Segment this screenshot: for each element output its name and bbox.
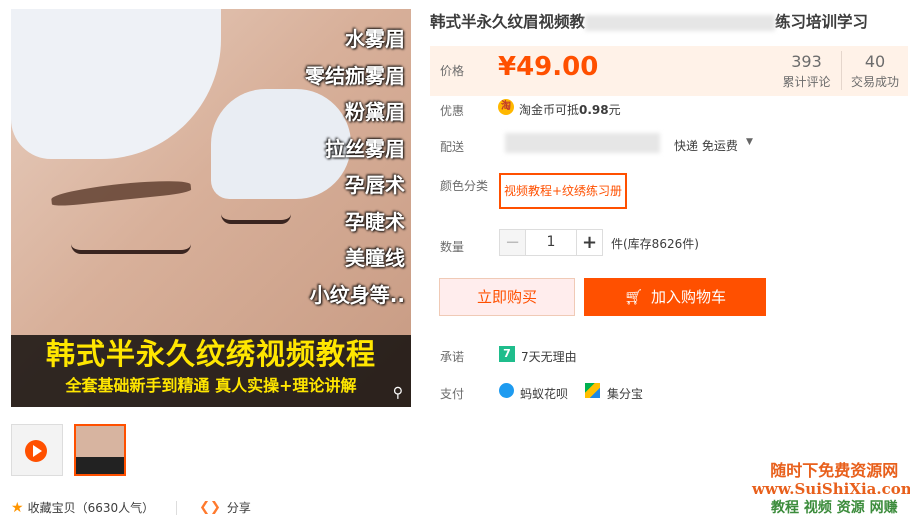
sales-stat: 40 交易成功 — [842, 51, 908, 90]
product-title: 韩式半永久纹眉视频教 练习培训学习 — [430, 10, 868, 32]
add-to-cart-button[interactable]: 🛒︎ 加入购物车 — [584, 278, 766, 316]
promo-label: 优惠 — [440, 104, 465, 118]
color-option-selected[interactable]: 视频教程+纹绣练习册 — [499, 173, 627, 209]
jifenbao-icon — [585, 383, 600, 398]
image-banner: 韩式半永久纹绣视频教程 全套基础新手到精通 真人实操+理论讲解 — [11, 335, 411, 407]
star-icon: ★ — [11, 499, 24, 516]
payment-method-jifenbao[interactable]: 集分宝 — [607, 385, 643, 402]
image-service-item: 小纹身等.. — [309, 282, 405, 307]
promo-text-suffix: 元 — [608, 103, 621, 117]
buy-now-button[interactable]: 立即购买 — [439, 278, 575, 316]
image-service-item: 孕唇术 — [345, 173, 405, 197]
product-title-right: 练习培训学习 — [775, 13, 869, 31]
huabei-icon — [499, 383, 514, 398]
chevron-down-icon[interactable]: ▼ — [746, 137, 753, 147]
seven-day-return-icon: 7 — [499, 346, 515, 362]
image-service-item: 水雾眉 — [345, 27, 405, 51]
image-banner-title: 韩式半永久纹绣视频教程 — [45, 337, 376, 371]
image-service-list: 水雾眉 零结痂雾眉 粉黛眉 拉丝雾眉 孕唇术 孕睫术 美瞳线 小纹身等.. — [305, 21, 405, 313]
color-label: 颜色分类 — [440, 179, 489, 193]
watermark: 随时下免费资源网 www.SuiShiXia.com 教程 视频 资源 网赚 — [752, 461, 910, 518]
image-banner-subtitle: 全套基础新手到精通 真人实操+理论讲解 — [65, 376, 357, 395]
favorite-link[interactable]: 收藏宝贝（6630人气） — [28, 499, 155, 516]
sales-count: 40 — [864, 52, 886, 71]
play-icon — [25, 440, 47, 462]
reviews-stat[interactable]: 393 累计评论 — [772, 51, 842, 90]
price-panel: 价格 ¥49.00 393 累计评论 40 交易成功 — [430, 46, 908, 96]
divider — [176, 500, 178, 515]
quantity-increase-button[interactable]: + — [576, 229, 603, 256]
image-service-item: 粉黛眉 — [345, 100, 405, 124]
shipping-label: 配送 — [440, 140, 465, 154]
quantity-decrease-button[interactable]: − — [499, 229, 526, 256]
shipping-value: 快递 免运费 — [674, 139, 738, 153]
image-service-item: 拉丝雾眉 — [325, 136, 405, 161]
image-service-item: 美瞳线 — [345, 246, 405, 270]
watermark-line2: www.SuiShiXia.com — [752, 480, 910, 498]
taobao-coin-icon: 淘 — [498, 99, 514, 115]
thumbnail-video[interactable] — [11, 424, 63, 476]
payment-method-huabei[interactable]: 蚂蚁花呗 — [520, 385, 568, 402]
reviews-count: 393 — [791, 52, 822, 71]
share-icon: ❮❯ — [199, 500, 221, 515]
watermark-line1: 随时下免费资源网 — [770, 461, 899, 480]
promise-label: 承诺 — [440, 350, 465, 364]
image-service-item: 零结痂雾眉 — [305, 63, 405, 88]
promo-text-prefix: 淘金币可抵 — [519, 103, 580, 117]
add-to-cart-label: 加入购物车 — [651, 288, 727, 306]
payment-label: 支付 — [440, 387, 465, 401]
image-service-item: 孕睫术 — [345, 209, 405, 234]
cart-icon: 🛒︎ — [623, 288, 644, 306]
eye-shape — [71, 244, 191, 254]
blurred-region — [585, 14, 776, 31]
stock-text: 件(库存8626件) — [611, 237, 699, 251]
glove-shape — [11, 9, 221, 159]
eyebrow-shape — [50, 176, 192, 208]
main-product-image[interactable]: 水雾眉 零结痂雾眉 粉黛眉 拉丝雾眉 孕唇术 孕睫术 美瞳线 小纹身等.. 韩式… — [11, 9, 411, 407]
price-label: 价格 — [440, 64, 465, 78]
promo-amount: 0.98 — [579, 103, 609, 117]
product-title-left: 韩式半永久纹眉视频教 — [430, 13, 586, 31]
sales-caption: 交易成功 — [850, 75, 899, 89]
watermark-line3: 教程 视频 资源 网赚 — [771, 500, 898, 516]
reviews-caption: 累计评论 — [782, 75, 831, 89]
blurred-region — [505, 133, 660, 153]
promise-text[interactable]: 7天无理由 — [521, 348, 577, 365]
thumbnail-image[interactable] — [74, 424, 126, 476]
eye-shape — [221, 214, 291, 224]
quantity-label: 数量 — [440, 240, 465, 254]
share-link[interactable]: 分享 — [227, 499, 251, 516]
promo-text: 淘金币可抵0.98元 — [519, 101, 621, 118]
price-value: ¥49.00 — [498, 52, 599, 82]
zoom-icon[interactable]: ⚲ — [393, 385, 403, 401]
bottom-action-bar: ★ 收藏宝贝（6630人气） ❮❯ 分享 — [11, 499, 251, 516]
quantity-input[interactable]: 1 — [526, 229, 576, 256]
